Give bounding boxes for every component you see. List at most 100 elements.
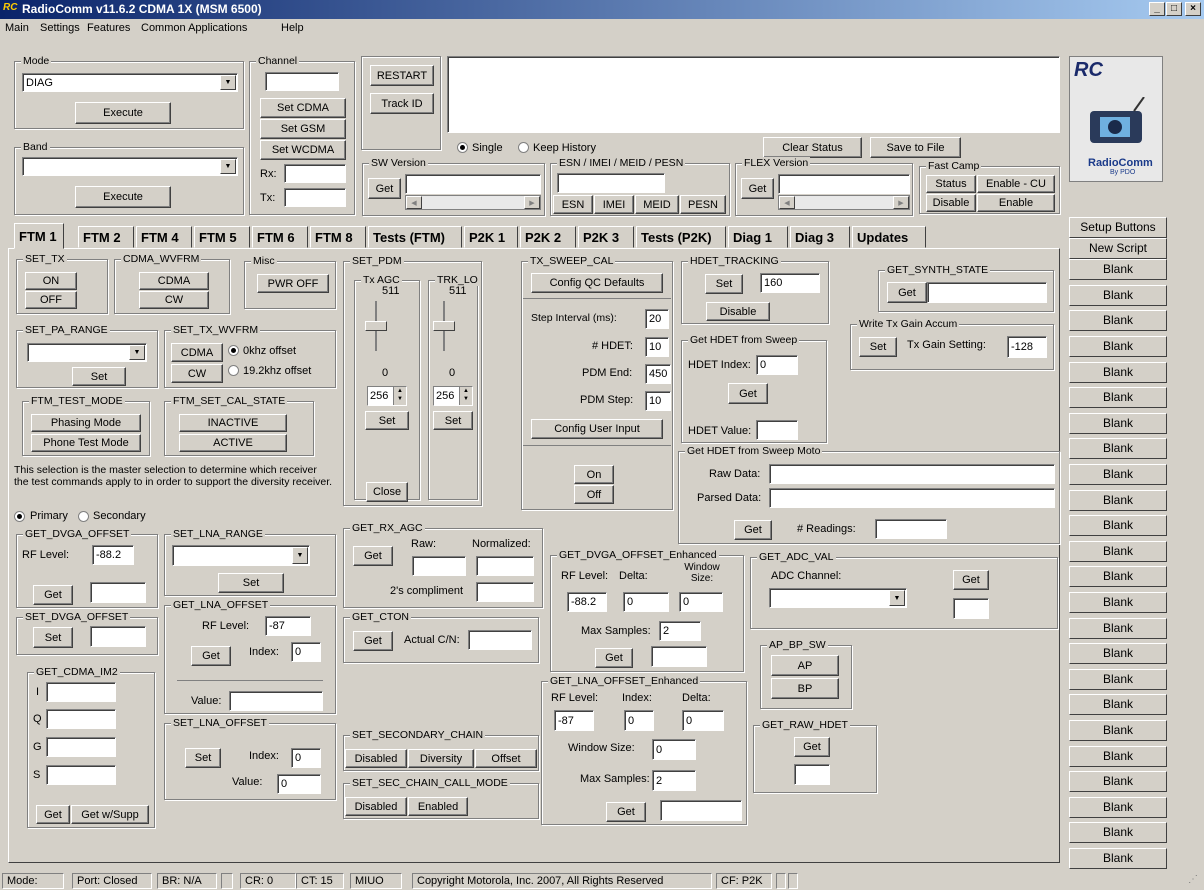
flex-version-get-button[interactable]: Get [741,178,774,199]
blank-button[interactable]: Blank [1069,771,1167,792]
pwr-off-button[interactable]: PWR OFF [257,274,329,293]
meid-button[interactable]: MEID [635,195,679,214]
tab-tests-p2k[interactable]: Tests (P2K) [636,226,726,248]
channel-input[interactable] [265,72,339,91]
tx-input[interactable] [284,188,346,207]
tab-ftm8[interactable]: FTM 8 [310,226,366,248]
hdet-moto-get-button[interactable]: Get [734,520,772,540]
tab-diag3[interactable]: Diag 3 [790,226,850,248]
fast-camp-enable-button[interactable]: Enable [977,194,1055,212]
lna-enh-get-button[interactable]: Get [606,802,646,822]
bp-button[interactable]: BP [771,678,839,699]
save-to-file-button[interactable]: Save to File [870,137,961,158]
blank-button[interactable]: Blank [1069,592,1167,613]
blank-button[interactable]: Blank [1069,336,1167,357]
flex-version-output[interactable] [778,174,910,194]
secondary-chain-disabled-button[interactable]: Disabled [345,749,407,768]
blank-button[interactable]: Blank [1069,515,1167,536]
blank-button[interactable]: Blank [1069,566,1167,587]
tx-gain-input[interactable]: -128 [1007,336,1047,358]
blank-button[interactable]: Blank [1069,438,1167,459]
fast-camp-enable-cu-button[interactable]: Enable - CU [977,175,1055,193]
tx-wvfrm-cdma-button[interactable]: CDMA [171,343,223,362]
lna-value-output[interactable] [229,691,323,711]
minimize-button[interactable]: _ [1149,2,1165,16]
tab-ftm6[interactable]: FTM 6 [252,226,308,248]
cton-get-button[interactable]: Get [353,631,393,651]
title-bar[interactable]: RC RadioComm v11.6.2 CDMA 1X (MSM 6500) … [0,0,1204,19]
esn-output[interactable] [557,173,665,193]
blank-button[interactable]: Blank [1069,259,1167,280]
tx-on-button[interactable]: ON [25,272,77,290]
dvga-output[interactable] [90,582,146,603]
rx-agc-twos-output[interactable] [476,582,534,602]
setup-buttons-button[interactable]: Setup Buttons [1069,217,1167,238]
menu-help[interactable]: Help [281,22,304,34]
lna-rf-input[interactable]: -87 [265,616,311,636]
hdet-index-input[interactable]: 0 [756,355,798,375]
tab-diag1[interactable]: Diag 1 [728,226,788,248]
maximize-button[interactable]: □ [1166,2,1182,16]
status-output[interactable] [447,56,1060,133]
blank-button[interactable]: Blank [1069,490,1167,511]
tx-agc-set-button[interactable]: Set [365,411,409,430]
band-execute-button[interactable]: Execute [75,186,171,208]
blank-button[interactable]: Blank [1069,797,1167,818]
menu-features[interactable]: Features [87,22,130,34]
blank-button[interactable]: Blank [1069,310,1167,331]
pdm-step-input[interactable]: 10 [645,391,671,411]
imei-button[interactable]: IMEI [594,195,634,214]
blank-button[interactable]: Blank [1069,643,1167,664]
raw-hdet-get-button[interactable]: Get [794,737,830,757]
dvga-get-button[interactable]: Get [33,585,73,605]
set-dvga-set-button[interactable]: Set [33,627,73,648]
lna-enh-max-input[interactable]: 2 [652,770,696,791]
single-radio[interactable] [457,142,468,153]
sw-version-scrollbar[interactable]: ◀ ▶ [405,195,541,210]
mode-execute-button[interactable]: Execute [75,102,171,124]
cton-output[interactable] [468,630,532,650]
pa-range-select[interactable]: ▼ [27,343,147,362]
esn-button[interactable]: ESN [553,195,593,214]
phasing-mode-button[interactable]: Phasing Mode [31,414,141,432]
pesn-button[interactable]: PESN [680,195,726,214]
rx-agc-raw-output[interactable] [412,556,466,576]
im2-i-input[interactable] [46,682,116,702]
menu-main[interactable]: Main [5,22,29,34]
tx-agc-spinner[interactable]: 256 ▲ ▼ [367,386,407,406]
blank-button[interactable]: Blank [1069,362,1167,383]
resize-grip-icon[interactable]: ⋰ [1188,874,1198,885]
im2-s-input[interactable] [46,765,116,785]
close-button[interactable]: × [1185,2,1201,16]
tab-ftm2[interactable]: FTM 2 [78,226,134,248]
config-qc-defaults-button[interactable]: Config QC Defaults [531,273,663,293]
pdm-close-button[interactable]: Close [366,482,408,502]
flex-version-scrollbar[interactable]: ◀ ▶ [778,195,910,210]
synth-state-output[interactable] [927,282,1047,303]
offset-0khz-radio[interactable] [228,345,239,356]
trk-lo-spinner[interactable]: 256 ▲ ▼ [433,386,473,406]
tx-wvfrm-cw-button[interactable]: CW [171,364,223,383]
menu-settings[interactable]: Settings [40,22,80,34]
tab-p2k1[interactable]: P2K 1 [464,226,518,248]
dvga-enh-delta-input[interactable]: 0 [623,592,669,612]
blank-button[interactable]: Blank [1069,285,1167,306]
dvga-enh-output[interactable] [651,646,707,667]
hdet-sweep-get-button[interactable]: Get [728,383,768,404]
blank-button[interactable]: Blank [1069,848,1167,869]
blank-button[interactable]: Blank [1069,720,1167,741]
config-user-input-button[interactable]: Config User Input [531,419,663,439]
hdet-count-input[interactable]: 10 [645,337,669,357]
secondary-chain-offset-button[interactable]: Offset [475,749,537,768]
fast-camp-disable-button[interactable]: Disable [926,194,976,212]
rx-input[interactable] [284,164,346,183]
primary-radio[interactable] [14,511,25,522]
im2-get-button[interactable]: Get [36,805,70,824]
phone-test-mode-button[interactable]: Phone Test Mode [31,434,141,452]
adc-get-button[interactable]: Get [953,570,989,590]
secondary-chain-diversity-button[interactable]: Diversity [408,749,474,768]
step-interval-input[interactable]: 20 [645,309,669,329]
lna-enh-rf-input[interactable]: -87 [554,710,594,731]
pa-range-set-button[interactable]: Set [72,367,126,386]
track-id-button[interactable]: Track ID [370,93,434,114]
